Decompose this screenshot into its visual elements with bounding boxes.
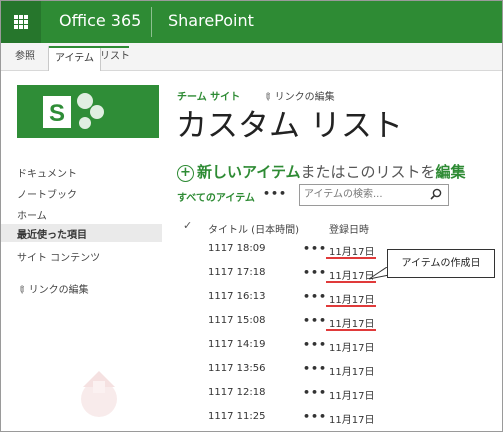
site-logo[interactable]: S xyxy=(17,85,159,138)
row-more-button[interactable]: ••• xyxy=(303,290,327,303)
search-input[interactable] xyxy=(304,187,424,202)
red-underline-annotation xyxy=(326,281,376,283)
row-created-date: 11月17日 xyxy=(329,295,375,306)
row-created-date: 11月17日 xyxy=(329,343,375,354)
row-created-date: 11月17日 xyxy=(329,319,375,330)
nav-item-recent[interactable]: 最近使った項目 xyxy=(1,224,162,242)
add-icon[interactable]: + xyxy=(177,165,194,182)
sharepoint-logo-icon: S xyxy=(43,93,104,129)
suite-divider xyxy=(151,7,152,37)
red-underline-annotation xyxy=(326,329,376,331)
row-created-date: 11月17日 xyxy=(329,391,375,402)
sharepoint-app-title[interactable]: SharePoint xyxy=(168,11,254,30)
red-underline-annotation xyxy=(326,257,376,259)
suite-bar: Office 365 SharePoint xyxy=(1,1,502,43)
tab-browse[interactable]: 参照 xyxy=(15,43,35,70)
row-title[interactable]: 1117 14:19 xyxy=(208,339,265,350)
page-title: カスタム リスト xyxy=(176,108,403,144)
callout-annotation: アイテムの作成日 xyxy=(387,249,495,278)
row-more-button[interactable]: ••• xyxy=(303,362,327,375)
view-all-items[interactable]: すべてのアイテム xyxy=(177,193,255,204)
search-box[interactable] xyxy=(299,184,449,206)
new-item-command: + 新しいアイテムまたはこのリストを編集 xyxy=(177,161,466,182)
row-created-date: 11月17日 xyxy=(329,367,375,378)
waffle-icon xyxy=(14,15,28,29)
view-more-button[interactable]: ••• xyxy=(263,187,287,200)
column-header-title[interactable]: タイトル (日本時間) xyxy=(208,221,299,236)
row-more-button[interactable]: ••• xyxy=(303,266,327,279)
edit-list-link[interactable]: 編集 xyxy=(436,163,466,181)
table-row[interactable]: 1117 15:08 ••• 11月17日 xyxy=(1,314,502,339)
row-title[interactable]: 1117 12:18 xyxy=(208,387,265,398)
column-header-created[interactable]: 登録日時 xyxy=(329,221,369,236)
new-item-link[interactable]: 新しいアイテム xyxy=(197,163,301,181)
search-icon[interactable] xyxy=(430,188,442,200)
view-selector: すべてのアイテム xyxy=(177,189,255,204)
office365-brand[interactable]: Office 365 xyxy=(59,11,141,30)
row-title[interactable]: 1117 16:13 xyxy=(208,291,265,302)
sharepoint-window: Office 365 SharePoint 参照 アイテム リスト S ドキュメ… xyxy=(0,0,503,432)
row-more-button[interactable]: ••• xyxy=(303,386,327,399)
row-title[interactable]: 1117 15:08 xyxy=(208,315,265,326)
row-created-date: 11月17日 xyxy=(329,247,375,258)
table-row[interactable]: 1117 14:19 ••• 11月17日 xyxy=(1,338,502,363)
row-title[interactable]: 1117 18:09 xyxy=(208,243,265,254)
red-underline-annotation xyxy=(326,305,376,307)
row-title[interactable]: 1117 17:18 xyxy=(208,267,265,278)
row-more-button[interactable]: ••• xyxy=(303,242,327,255)
row-title[interactable]: 1117 11:25 xyxy=(208,411,265,422)
tab-items[interactable]: アイテム xyxy=(48,46,101,71)
decorative-watermark-icon xyxy=(81,371,117,417)
app-launcher-button[interactable] xyxy=(1,1,41,43)
row-more-button[interactable]: ••• xyxy=(303,338,327,351)
select-all-checkmark-icon[interactable]: ✓ xyxy=(183,219,192,232)
row-created-date: 11月17日 xyxy=(329,415,375,426)
new-item-connector-text: またはこのリストを xyxy=(300,163,436,181)
row-title[interactable]: 1117 13:56 xyxy=(208,363,265,374)
logo-letter: S xyxy=(49,100,65,127)
row-more-button[interactable]: ••• xyxy=(303,314,327,327)
row-more-button[interactable]: ••• xyxy=(303,410,327,423)
ribbon-selected-indicator xyxy=(49,46,129,48)
table-row[interactable]: 1117 16:13 ••• 11月17日 xyxy=(1,290,502,315)
